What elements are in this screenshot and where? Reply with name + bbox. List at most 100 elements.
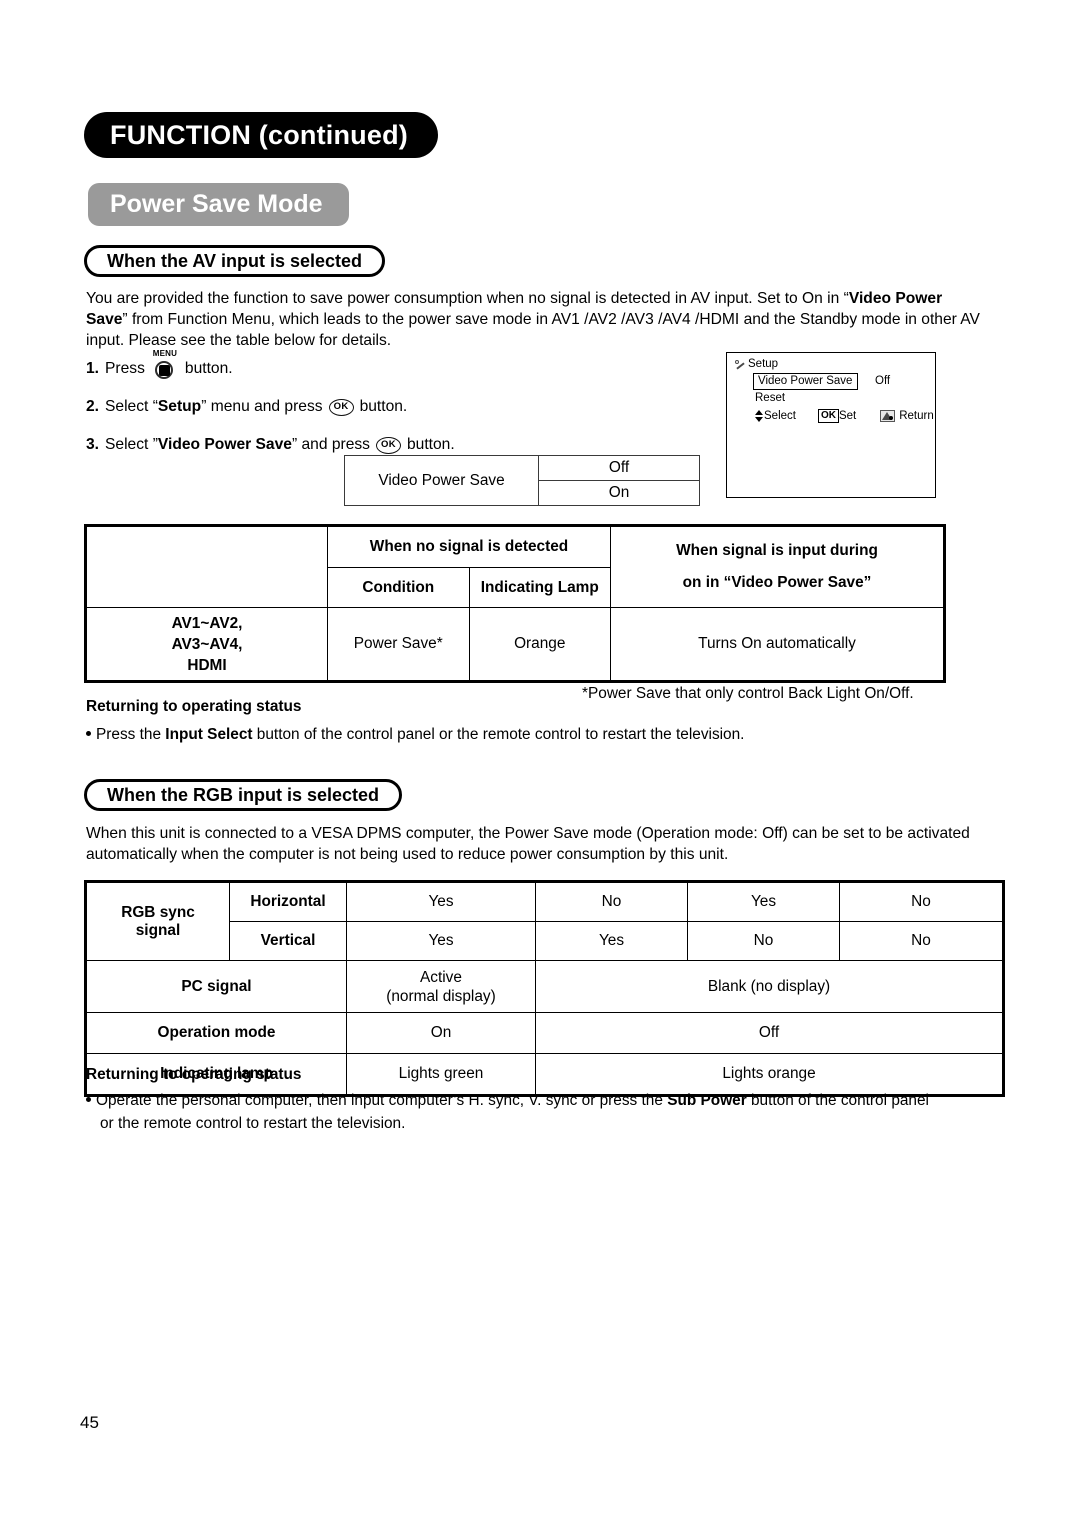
osd-item-video-power-save-value: Off <box>875 375 891 387</box>
rgb-vertical-value-1: Yes <box>346 921 536 961</box>
av-row-condition: Power Save* <box>327 607 470 683</box>
section-title-text: Power Save Mode <box>110 190 323 218</box>
menu-button-icon-core <box>158 365 170 376</box>
av-returning-heading: Returning to operating status <box>86 698 302 715</box>
av-footnote: *Power Save that only control Back Light… <box>582 685 914 702</box>
av-row-inputs-line3: HDMI <box>187 656 227 674</box>
vps-option-off[interactable]: Off <box>538 455 700 481</box>
osd-legend-select-label: Select <box>764 410 796 422</box>
rgb-vertical-value-2: Yes <box>535 921 688 961</box>
rgb-returning-bullet: Operate the personal computer, then inpu… <box>86 1089 991 1135</box>
step-2-text-before: Select “ <box>105 398 158 415</box>
subsection-heading-av-text: When the AV input is selected <box>107 251 363 271</box>
osd-legend-set-label: Set <box>838 410 857 422</box>
rgb-horizontal-value-2: No <box>535 880 688 922</box>
wrench-icon <box>735 359 746 370</box>
vps-option-on[interactable]: On <box>538 480 700 506</box>
section-title-pill: Power Save Mode <box>88 183 349 226</box>
step-1-text-after: button. <box>184 360 233 377</box>
subsection-heading-rgb: When the RGB input is selected <box>84 779 403 811</box>
av-returning-bullet-after: button of the control panel or the remot… <box>252 726 745 743</box>
av-subheader-condition: Condition <box>327 567 470 608</box>
av-header-signal-input-line1: When signal is input during <box>676 542 878 559</box>
table-header-row: When no signal is detected When signal i… <box>84 524 946 608</box>
ok-button-icon[interactable]: OK <box>375 436 401 454</box>
av-returning-bullet-bold: Input Select <box>165 726 253 743</box>
table-row: RGB sync signal Horizontal Yes No Yes No <box>84 880 1005 961</box>
osd-title-row: Setup <box>735 358 778 370</box>
av-subheader-indicating-lamp: Indicating Lamp <box>468 567 611 608</box>
step-2-text-mid: ” menu and press <box>201 398 323 415</box>
rgb-vertical-value-3: No <box>687 921 840 961</box>
av-steps-list: 1. Press MENU button. 2. Select “ Setup … <box>86 350 696 464</box>
av-row-lamp: Orange <box>468 607 611 683</box>
step-1-text-before: Press <box>105 360 145 377</box>
rgb-vertical-value-4: No <box>839 921 1005 961</box>
manual-page: FUNCTION (continued) Power Save Mode Whe… <box>0 0 1080 1528</box>
osd-item-video-power-save[interactable]: Video Power Save <box>753 373 859 390</box>
osd-legend-return-label: Return <box>899 410 934 422</box>
step-3-text-before: Select ” <box>105 436 158 453</box>
av-power-save-table: When no signal is detected When signal i… <box>84 524 946 683</box>
rgb-sync-signal-line1: RGB sync <box>121 903 195 921</box>
step-2: 2. Select “ Setup ” menu and press OK bu… <box>86 388 696 426</box>
rgb-returning-heading: Returning to operating status <box>86 1066 302 1083</box>
av-intro-part1: You are provided the function to save po… <box>86 290 849 307</box>
rgb-horizontal-value-4: No <box>839 880 1005 922</box>
vps-label-cell: Video Power Save <box>344 455 539 506</box>
chapter-title-text: FUNCTION (continued) <box>110 119 408 150</box>
bullet-icon <box>86 731 91 737</box>
osd-setup-menu: Setup Video Power Save Off Reset Select … <box>726 352 936 498</box>
av-row-inputs-line2: AV3~AV4, <box>171 635 243 653</box>
rgb-returning-bullet-before: Operate the personal computer, then inpu… <box>96 1092 668 1109</box>
step-3-text-after: button. <box>406 436 455 453</box>
subsection-heading-av: When the AV input is selected <box>84 245 386 277</box>
return-icon <box>880 410 896 422</box>
rgb-pc-signal-label: PC signal <box>84 960 347 1013</box>
subsection-heading-rgb-text: When the RGB input is selected <box>107 785 380 805</box>
av-header-no-signal: When no signal is detected <box>327 524 611 568</box>
chapter-title-pill: FUNCTION (continued) <box>84 112 438 158</box>
rgb-horizontal-value-1: Yes <box>346 880 536 922</box>
rgb-pc-signal-active-line2: (normal display) <box>386 987 496 1005</box>
table-row: Operation mode On Off <box>84 1012 1005 1054</box>
table-row: PC signal Active (normal display) Blank … <box>84 960 1005 1013</box>
av-intro-paragraph: You are provided the function to save po… <box>86 288 986 351</box>
rgb-operation-mode-on: On <box>346 1012 536 1054</box>
step-2-bold: Setup <box>157 398 202 415</box>
rgb-horizontal-value-3: Yes <box>687 880 840 922</box>
step-3-bold: Video Power Save <box>157 436 292 453</box>
av-table-corner-cell <box>84 524 328 608</box>
rgb-operation-mode-label: Operation mode <box>84 1012 347 1054</box>
bullet-icon <box>86 1097 91 1103</box>
av-header-signal-input-line2: on in “Video Power Save” <box>682 574 872 591</box>
av-row-inputs-line1: AV1~AV2, <box>171 614 243 632</box>
step-1-number: 1. <box>86 360 100 377</box>
menu-button-icon[interactable]: MENU <box>152 350 178 381</box>
rgb-returning-bullet-after: button of the control panel <box>746 1092 929 1109</box>
osd-legend-row: Select OK Set Return <box>755 409 934 423</box>
rgb-returning-bullet-line2: or the remote control to restart the tel… <box>100 1115 406 1132</box>
av-intro-part2: ” from Function Menu, which leads to the… <box>86 311 980 349</box>
av-returning-bullet-before: Press the <box>96 726 166 743</box>
rgb-vertical-label: Vertical <box>229 921 347 961</box>
osd-item-reset[interactable]: Reset <box>755 392 785 404</box>
ok-key-icon: OK <box>817 409 839 423</box>
step-1: 1. Press MENU button. <box>86 350 696 388</box>
av-returning-bullet: Press the Input Select button of the con… <box>86 723 986 746</box>
table-row: AV1~AV2, AV3~AV4, HDMI Power Save* Orang… <box>84 607 946 683</box>
up-down-arrow-icon <box>755 410 763 422</box>
rgb-intro-paragraph: When this unit is connected to a VESA DP… <box>86 825 970 863</box>
ok-button-icon[interactable]: OK <box>328 398 354 416</box>
rgb-horizontal-label: Horizontal <box>229 880 347 922</box>
osd-item-video-power-save-label: Video Power Save <box>753 373 859 390</box>
rgb-sync-signal-label: RGB sync signal <box>84 880 230 961</box>
page-number: 45 <box>80 1413 99 1432</box>
menu-button-icon-label: MENU <box>152 349 178 358</box>
rgb-operation-mode-off: Off <box>535 1012 1005 1054</box>
step-2-number: 2. <box>86 398 100 415</box>
rgb-power-save-table: RGB sync signal Horizontal Yes No Yes No… <box>84 880 1005 1097</box>
step-3-text-mid: ” and press <box>291 436 370 453</box>
osd-title-text: Setup <box>748 358 779 370</box>
step-2-text-after: button. <box>359 398 408 415</box>
